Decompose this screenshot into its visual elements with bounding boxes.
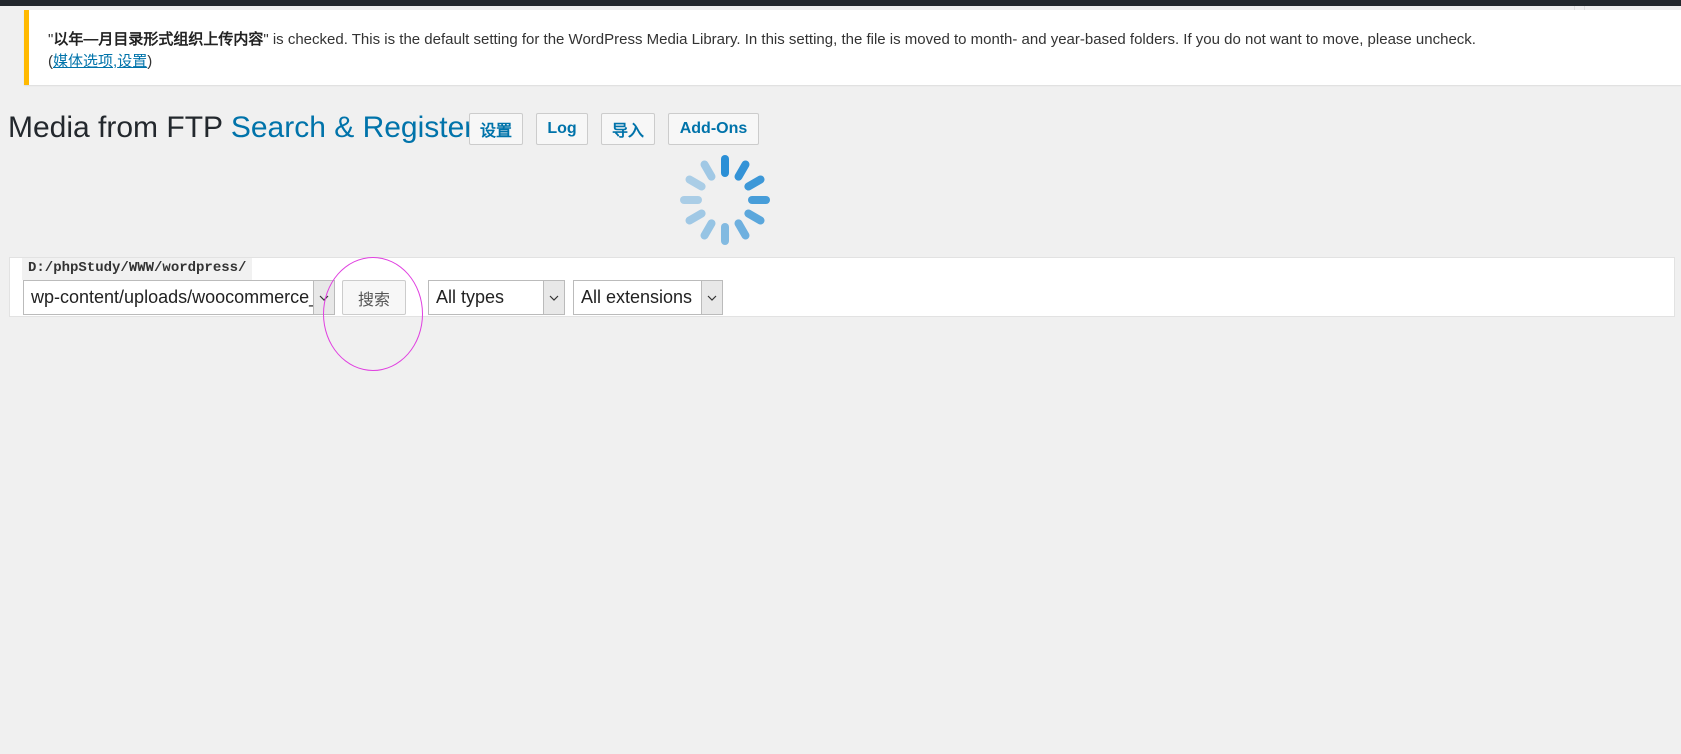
type-filter-select[interactable]: All types bbox=[428, 280, 565, 315]
notice-text: "以年—月目录形式组织上传内容" is checked. This is the… bbox=[48, 31, 1476, 48]
chevron-down-icon bbox=[701, 281, 722, 314]
page-title-accent: Search & Register bbox=[230, 111, 475, 144]
settings-button[interactable]: 设置 bbox=[469, 113, 523, 145]
folder-select[interactable]: wp-content/uploads/woocommerce_ bbox=[23, 280, 335, 315]
extension-filter-value: All extensions bbox=[581, 287, 693, 307]
admin-top-bar bbox=[0, 0, 1681, 6]
loading-spinner-icon bbox=[680, 155, 770, 245]
base-path-label: D:/phpStudy/WWW/wordpress/ bbox=[22, 258, 253, 280]
chevron-down-icon bbox=[543, 281, 564, 314]
upload-folder-notice: "以年—月目录形式组织上传内容" is checked. This is the… bbox=[24, 10, 1681, 85]
notice-setting-name: 以年—月目录形式组织上传内容 bbox=[53, 31, 264, 48]
chevron-down-icon bbox=[313, 281, 334, 314]
page-title: Media from FTP Search & Register bbox=[8, 108, 474, 148]
search-button[interactable]: 搜索 bbox=[342, 280, 406, 315]
extension-filter-select[interactable]: All extensions bbox=[573, 280, 723, 315]
media-options-link[interactable]: 媒体选项 bbox=[53, 53, 113, 70]
log-button[interactable]: Log bbox=[536, 113, 588, 145]
folder-select-value: wp-content/uploads/woocommerce_ bbox=[31, 287, 320, 307]
type-filter-value: All types bbox=[436, 287, 505, 307]
notice-message: is checked. This is the default setting … bbox=[268, 31, 1476, 48]
addons-button[interactable]: Add-Ons bbox=[668, 113, 759, 145]
settings-link[interactable]: 设置 bbox=[117, 53, 147, 70]
page-title-main: Media from FTP bbox=[8, 111, 223, 144]
notice-links: (媒体选项,设置) bbox=[48, 53, 153, 70]
import-button[interactable]: 导入 bbox=[601, 113, 655, 145]
